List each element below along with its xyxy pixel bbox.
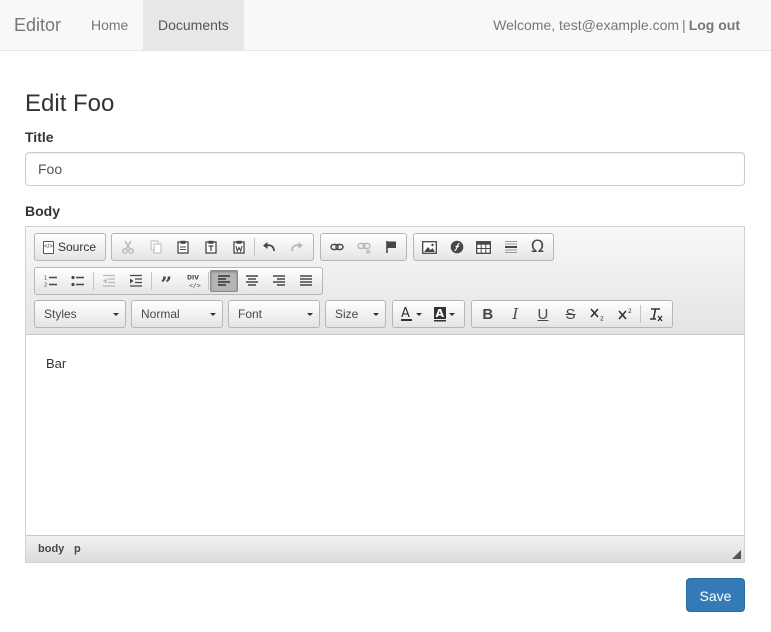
color-group: A A <box>392 300 465 328</box>
font-value: Font <box>238 307 263 321</box>
insert-group: Ω <box>413 233 554 261</box>
paste-icon[interactable] <box>169 236 197 258</box>
welcome-text: Welcome, test@example.com <box>493 17 680 33</box>
links-group <box>320 233 407 261</box>
toolbar-separator <box>640 305 642 323</box>
editor-paragraph[interactable]: Bar <box>46 356 66 371</box>
font-dropdown[interactable]: Font <box>228 300 320 328</box>
table-icon[interactable] <box>470 236 497 258</box>
bold-icon[interactable]: B <box>474 303 502 325</box>
outdent-icon[interactable] <box>95 270 122 292</box>
unlink-icon[interactable] <box>350 236 377 258</box>
indent-icon[interactable] <box>122 270 149 292</box>
align-center-icon[interactable] <box>238 270 265 292</box>
subscript-icon[interactable]: 2 <box>584 303 612 325</box>
format-dropdown[interactable]: Normal <box>131 300 223 328</box>
navbar: Editor Home Documents Welcome, test@exam… <box>0 0 771 51</box>
toolbar-separator <box>253 238 255 256</box>
user-info: Welcome, test@example.com | Log out <box>493 0 740 50</box>
strikethrough-icon[interactable]: S <box>557 303 585 325</box>
div-icon[interactable]: DIV </> <box>180 270 207 292</box>
source-button[interactable]: </> Source <box>37 236 102 258</box>
align-left-icon[interactable] <box>210 270 238 292</box>
svg-text:A: A <box>401 306 410 321</box>
underline-icon[interactable]: U <box>529 303 557 325</box>
source-group: </> Source <box>34 233 106 261</box>
cut-icon[interactable] <box>114 236 142 258</box>
svg-text:2: 2 <box>600 316 604 322</box>
body-label: Body <box>25 203 60 219</box>
remove-format-icon[interactable] <box>642 303 670 325</box>
styles-dropdown[interactable]: Styles <box>34 300 126 328</box>
paste-text-icon[interactable] <box>197 236 225 258</box>
background-color-icon[interactable]: A <box>429 303 463 325</box>
horizontal-line-icon[interactable] <box>497 236 524 258</box>
copy-icon[interactable] <box>142 236 170 258</box>
logout-link[interactable]: Log out <box>689 17 740 33</box>
superscript-icon[interactable]: 2 <box>612 303 640 325</box>
nav-item-documents[interactable]: Documents <box>143 0 244 50</box>
image-icon[interactable] <box>416 236 443 258</box>
svg-text:</>: </> <box>189 282 201 290</box>
toolbar-separator <box>92 272 94 290</box>
svg-text:1: 1 <box>44 276 47 282</box>
undo-icon[interactable] <box>256 236 284 258</box>
chevron-down-icon <box>307 313 313 316</box>
justify-icon[interactable] <box>293 270 320 292</box>
title-input[interactable] <box>25 152 745 186</box>
special-char-icon[interactable]: Ω <box>524 236 551 258</box>
source-label: Source <box>58 240 97 254</box>
paragraph-group: 12 ” DIV </> <box>34 267 323 295</box>
anchor-icon[interactable] <box>377 236 404 258</box>
toolbar-separator <box>208 272 210 290</box>
redo-icon[interactable] <box>283 236 311 258</box>
paste-word-icon[interactable] <box>225 236 253 258</box>
blockquote-icon[interactable]: ” <box>153 270 180 295</box>
nav-item-home[interactable]: Home <box>76 0 143 50</box>
basic-styles-group: B I U S 2 2 <box>471 300 673 328</box>
svg-text:DIV: DIV <box>187 275 199 282</box>
size-value: Size <box>335 307 359 321</box>
size-dropdown[interactable]: Size <box>325 300 386 328</box>
svg-text:2: 2 <box>44 283 47 289</box>
editor-toolbar: </> Source Ω 1 2 ” DIV </> Styles Normal… <box>26 227 744 335</box>
text-color-icon[interactable]: A <box>395 303 429 325</box>
svg-text:A: A <box>436 307 445 320</box>
styles-value: Styles <box>44 307 77 321</box>
element-path-p[interactable]: p <box>74 543 81 555</box>
link-icon[interactable] <box>323 236 350 258</box>
toolbar-separator <box>150 272 152 290</box>
bulleted-list-icon[interactable] <box>64 270 91 292</box>
element-path-body[interactable]: body <box>38 543 64 555</box>
navbar-brand[interactable]: Editor <box>14 14 61 36</box>
separator: | <box>682 17 686 33</box>
chevron-down-icon <box>373 313 379 316</box>
rich-text-editor: </> Source Ω 1 2 ” DIV </> Styles Normal… <box>25 226 745 563</box>
save-button[interactable]: Save <box>686 578 745 612</box>
page-title: Edit Foo <box>25 90 115 117</box>
chevron-down-icon <box>210 313 216 316</box>
source-icon: </> <box>43 240 54 254</box>
chevron-down-icon <box>113 313 119 316</box>
title-label: Title <box>25 129 54 145</box>
resize-handle-icon[interactable] <box>732 550 741 559</box>
editor-statusbar: body p <box>26 535 744 562</box>
align-right-icon[interactable] <box>265 270 292 292</box>
editor-content[interactable]: Bar <box>26 336 744 535</box>
format-value: Normal <box>141 307 180 321</box>
clipboard-group <box>111 233 314 261</box>
italic-icon[interactable]: I <box>502 303 530 325</box>
numbered-list-icon[interactable]: 12 <box>37 270 64 292</box>
flash-icon[interactable] <box>443 236 470 258</box>
svg-text:2: 2 <box>628 308 632 315</box>
